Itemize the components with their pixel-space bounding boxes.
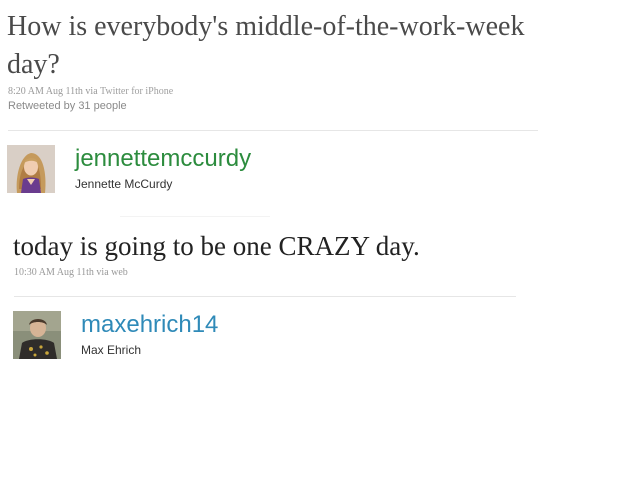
- username-link-jennettemccurdy[interactable]: jennettemccurdy: [75, 145, 251, 173]
- tweet-timestamp-1[interactable]: 8:20 AM Aug 11th: [8, 86, 83, 97]
- tweet-via-label-1: via: [85, 86, 98, 97]
- username-link-maxehrich14[interactable]: maxehrich14: [81, 311, 218, 339]
- tweet-text-1: How is everybody's middle-of-the-work-we…: [7, 11, 525, 80]
- tweet-via-label-2: via: [96, 267, 109, 278]
- tweet-meta-1: 8:20 AM Aug 11th via Twitter for iPhone: [8, 86, 173, 97]
- divider: [8, 130, 538, 131]
- avatar-maxehrich14[interactable]: [13, 311, 61, 359]
- realname-jennette-mccurdy: Jennette McCurdy: [75, 177, 173, 191]
- tweet-source-link-2[interactable]: web: [111, 267, 128, 278]
- realname-max-ehrich: Max Ehrich: [81, 343, 142, 357]
- profile-photo-icon: [7, 145, 55, 193]
- tweet-timestamp-2[interactable]: 10:30 AM Aug 11th: [14, 267, 94, 278]
- retweet-count-link[interactable]: Retweeted by 31 people: [8, 100, 127, 112]
- divider: [14, 296, 516, 297]
- avatar-jennettemccurdy[interactable]: [7, 145, 55, 193]
- tweet-meta-2: 10:30 AM Aug 11th via web: [14, 267, 128, 278]
- faint-divider: [120, 216, 270, 217]
- tweet-text-2: today is going to be one CRAZY day.: [13, 231, 420, 261]
- tweet-source-link-1[interactable]: Twitter for iPhone: [100, 86, 173, 97]
- profile-photo-icon: [13, 311, 61, 359]
